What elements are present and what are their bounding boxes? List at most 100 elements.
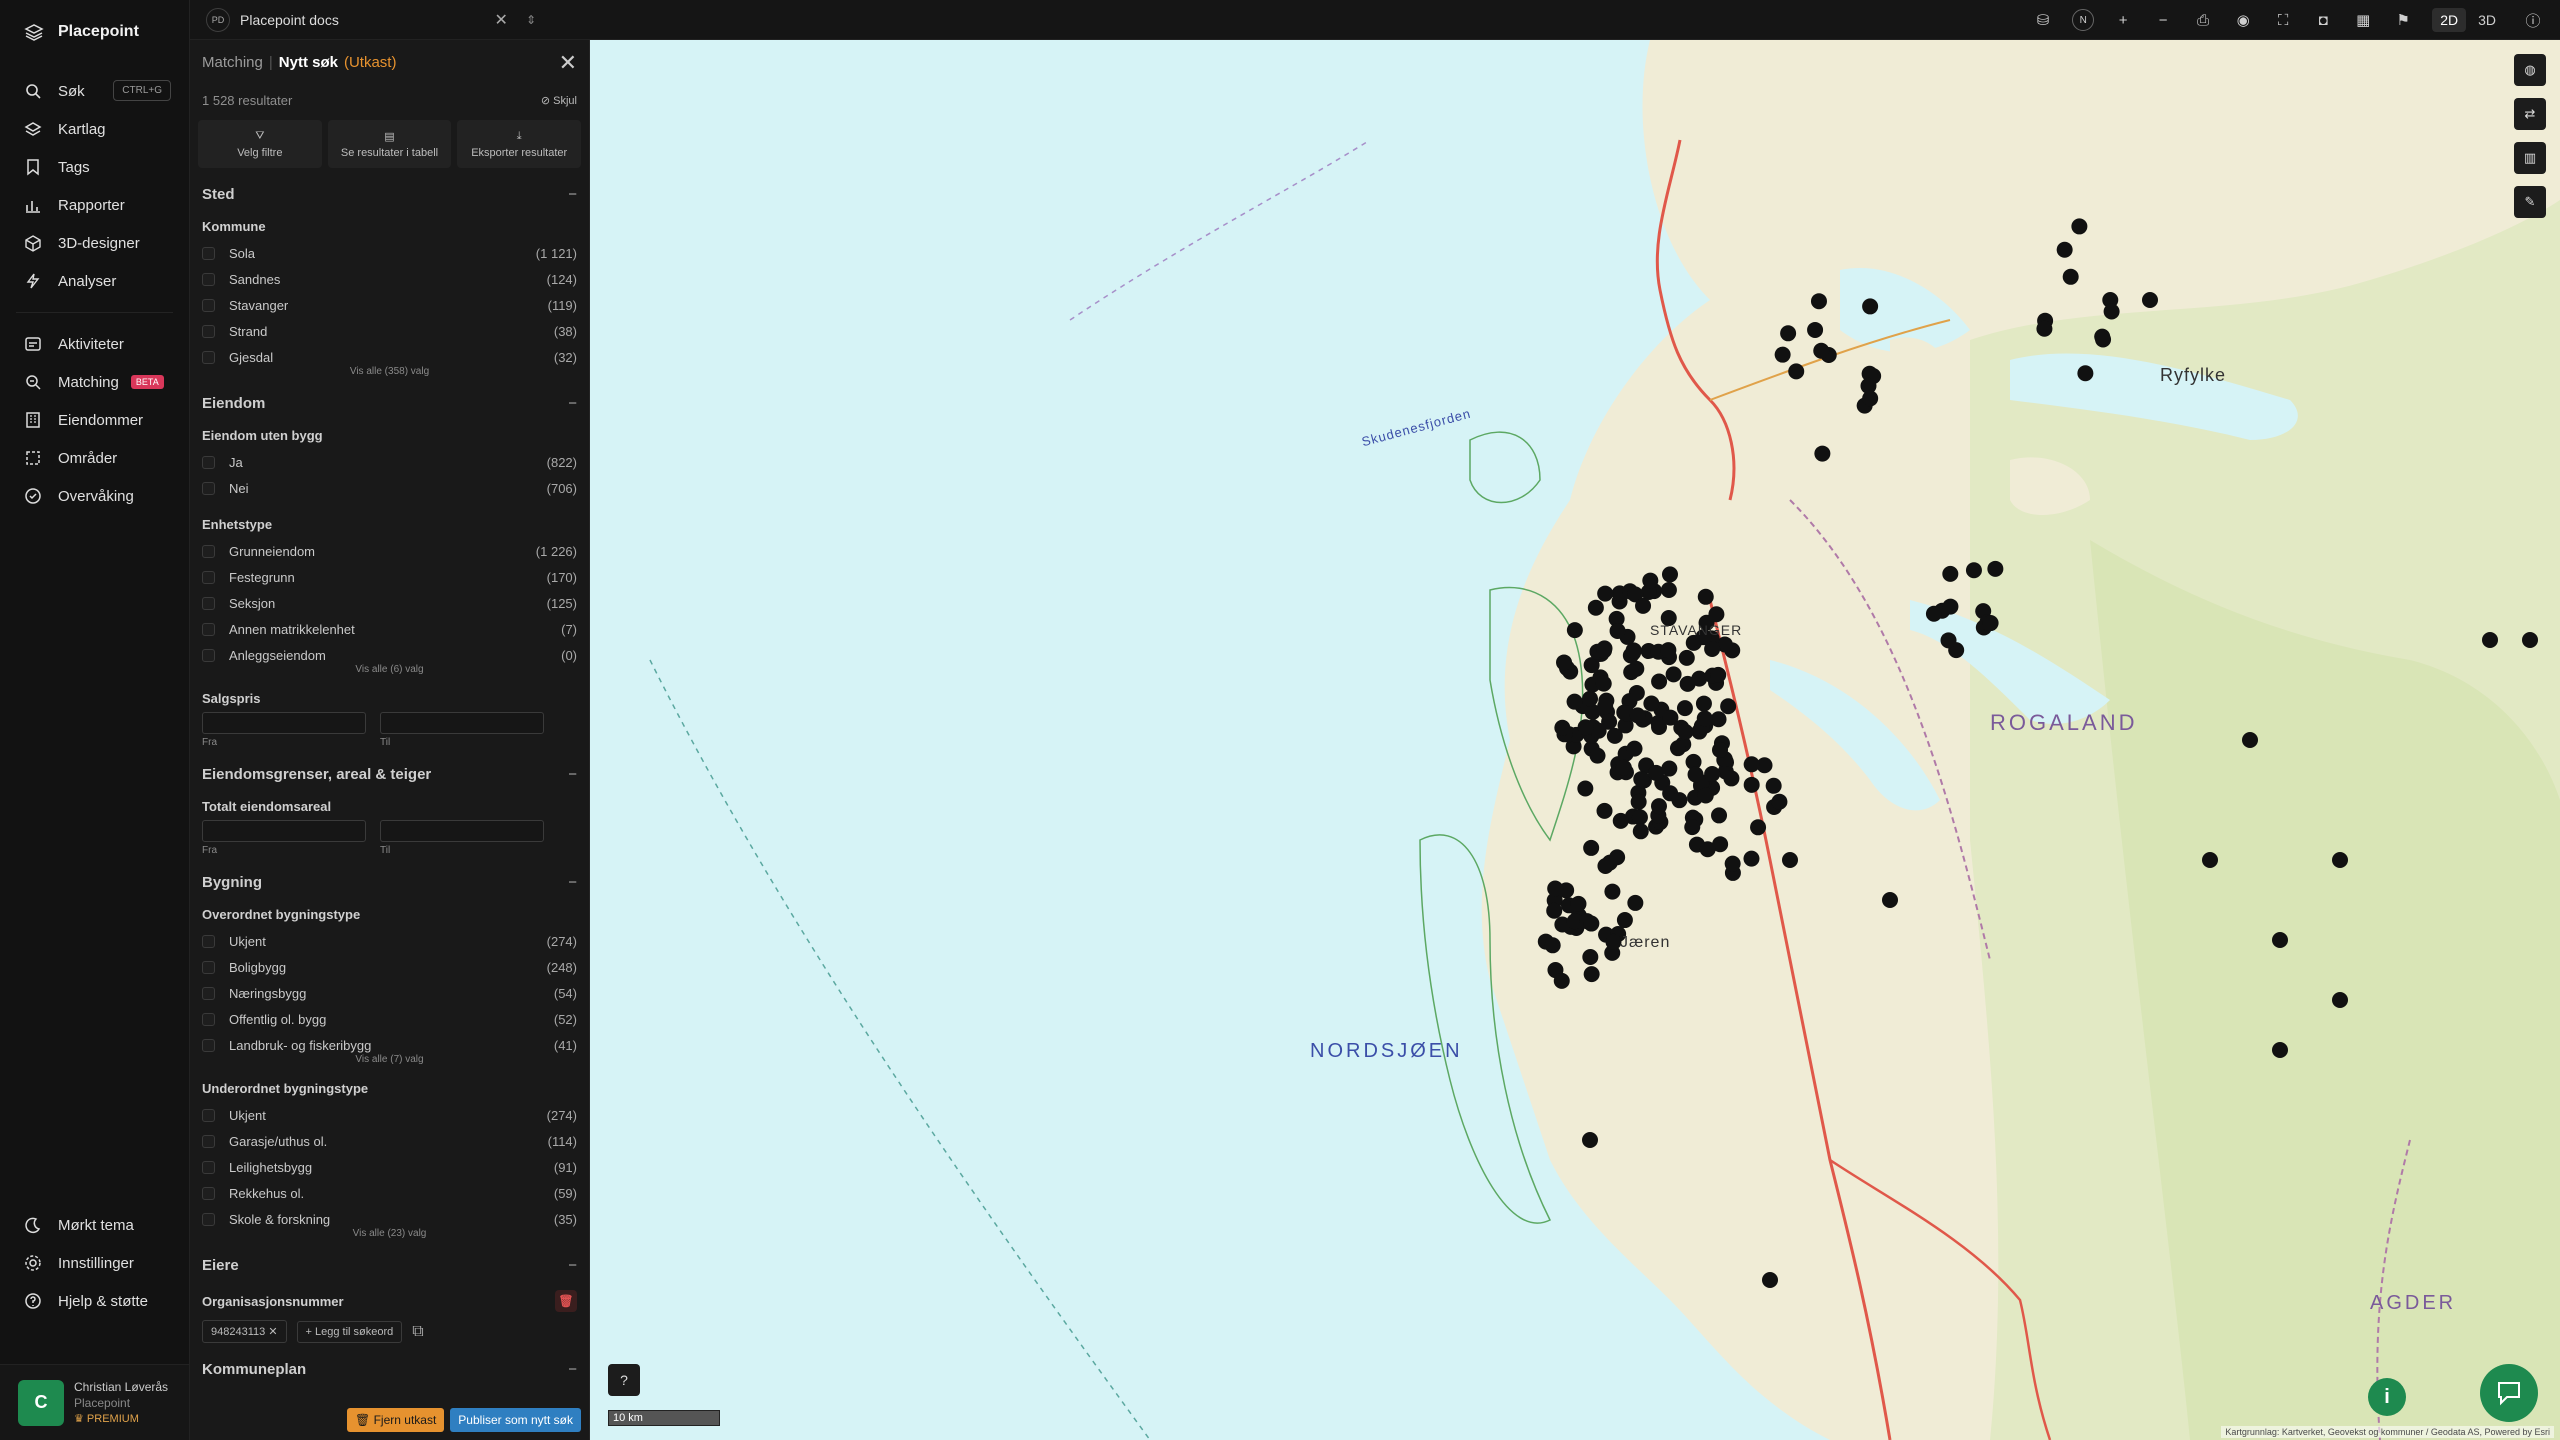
show-all-link[interactable]: Vis alle (358) valg bbox=[202, 366, 577, 377]
result-marker[interactable] bbox=[1615, 759, 1632, 776]
sidebar-item-3d-designer[interactable]: 3D-designer bbox=[0, 224, 189, 262]
select-filters-button[interactable]: ⛛ Velg filtre bbox=[198, 120, 322, 168]
result-marker[interactable] bbox=[1813, 342, 1830, 359]
result-marker[interactable] bbox=[1556, 654, 1573, 671]
export-button[interactable]: ⤓ Eksporter resultater bbox=[457, 120, 582, 168]
checkbox[interactable] bbox=[202, 481, 215, 495]
measure-icon[interactable]: ⇄ bbox=[2514, 98, 2546, 130]
checkbox[interactable] bbox=[202, 1012, 215, 1026]
sidebar-item-hjelp-støtte[interactable]: Hjelp & støtte bbox=[0, 1282, 189, 1320]
add-keyword-button[interactable]: + Legg til søkeord bbox=[296, 1320, 403, 1343]
show-all-link[interactable]: Vis alle (23) valg bbox=[202, 1228, 577, 1239]
section-kommuneplan[interactable]: Kommuneplan − bbox=[202, 1361, 577, 1378]
result-marker[interactable] bbox=[1687, 766, 1704, 783]
result-marker[interactable] bbox=[1630, 793, 1647, 810]
result-marker[interactable] bbox=[1696, 710, 1713, 727]
show-all-link[interactable]: Vis alle (7) valg bbox=[202, 1054, 577, 1065]
filter-option[interactable]: Boligbygg (248) bbox=[202, 954, 577, 980]
sidebar-item-tags[interactable]: Tags bbox=[0, 148, 189, 186]
filter-option[interactable]: Leilighetsbygg (91) bbox=[202, 1154, 577, 1180]
result-marker[interactable] bbox=[1583, 966, 1600, 983]
result-marker[interactable] bbox=[1671, 792, 1688, 809]
result-marker[interactable] bbox=[1810, 293, 1827, 310]
result-marker[interactable] bbox=[1582, 690, 1599, 707]
checkbox[interactable] bbox=[202, 934, 215, 948]
result-marker[interactable] bbox=[2094, 328, 2111, 345]
grid-icon[interactable]: ▦ bbox=[2352, 9, 2374, 31]
result-marker[interactable] bbox=[1780, 325, 1797, 342]
result-marker[interactable] bbox=[1676, 700, 1693, 717]
result-marker[interactable] bbox=[1583, 915, 1600, 932]
result-marker[interactable] bbox=[1708, 606, 1725, 623]
filter-option[interactable]: Ukjent (274) bbox=[202, 928, 577, 954]
result-marker[interactable] bbox=[2272, 932, 2288, 948]
zoom-in-icon[interactable]: + bbox=[2112, 9, 2134, 31]
result-marker[interactable] bbox=[1697, 588, 1714, 605]
result-marker[interactable] bbox=[1862, 298, 1879, 315]
checkbox[interactable] bbox=[202, 544, 215, 558]
collapse-icon[interactable]: − bbox=[568, 186, 577, 203]
trash-icon[interactable]: 🗑 bbox=[555, 1290, 577, 1312]
section-sted[interactable]: Sted − bbox=[202, 186, 577, 203]
collapse-icon[interactable]: − bbox=[568, 874, 577, 891]
doc-selector[interactable]: PD Placepoint docs ✕ ⇕ bbox=[190, 7, 550, 32]
result-marker[interactable] bbox=[1814, 445, 1831, 462]
brand[interactable]: Placepoint bbox=[0, 0, 189, 64]
result-marker[interactable] bbox=[1788, 363, 1805, 380]
result-marker[interactable] bbox=[1691, 670, 1708, 687]
filter-option[interactable]: Rekkehus ol. (59) bbox=[202, 1180, 577, 1206]
result-marker[interactable] bbox=[1577, 780, 1594, 797]
result-marker[interactable] bbox=[1704, 765, 1721, 782]
result-marker[interactable] bbox=[1712, 742, 1728, 758]
result-marker[interactable] bbox=[1595, 675, 1612, 692]
collapse-icon[interactable]: − bbox=[568, 395, 577, 412]
result-marker[interactable] bbox=[1596, 642, 1613, 659]
result-marker[interactable] bbox=[1609, 622, 1626, 639]
checkbox[interactable] bbox=[202, 455, 215, 469]
sidebar-item-søk[interactable]: Søk CTRL+G bbox=[0, 72, 189, 110]
result-marker[interactable] bbox=[1807, 321, 1824, 338]
result-marker[interactable] bbox=[1665, 666, 1682, 683]
sidebar-item-eiendommer[interactable]: Eiendommer bbox=[0, 401, 189, 439]
checkbox[interactable] bbox=[202, 596, 215, 610]
eye-icon[interactable]: ◉ bbox=[2232, 9, 2254, 31]
result-marker[interactable] bbox=[1782, 852, 1798, 868]
sidebar-item-rapporter[interactable]: Rapporter bbox=[0, 186, 189, 224]
checkbox[interactable] bbox=[202, 648, 215, 662]
layers-toggle-icon[interactable]: ⛁ bbox=[2032, 9, 2054, 31]
result-marker[interactable] bbox=[1710, 711, 1727, 728]
result-marker[interactable] bbox=[1612, 812, 1629, 829]
checkbox[interactable] bbox=[202, 1160, 215, 1174]
sidebar-item-områder[interactable]: Områder bbox=[0, 439, 189, 477]
chevron-updown-icon[interactable]: ⇕ bbox=[526, 13, 536, 27]
result-marker[interactable] bbox=[1627, 894, 1644, 911]
bookmark-icon[interactable]: ⚑ bbox=[2392, 9, 2414, 31]
result-marker[interactable] bbox=[1697, 787, 1714, 804]
result-marker[interactable] bbox=[1632, 823, 1649, 840]
result-marker[interactable] bbox=[1589, 747, 1606, 764]
result-marker[interactable] bbox=[1660, 642, 1677, 659]
collapse-icon[interactable]: − bbox=[568, 1257, 577, 1274]
chat-icon[interactable] bbox=[2480, 1364, 2538, 1422]
remove-tag-icon[interactable]: ✕ bbox=[268, 1326, 277, 1338]
area-to-input[interactable] bbox=[380, 820, 544, 842]
result-marker[interactable] bbox=[1940, 632, 1957, 649]
copy-icon[interactable]: ⧉ bbox=[412, 1323, 423, 1341]
camera-icon[interactable]: ◘ bbox=[2312, 9, 2334, 31]
result-marker[interactable] bbox=[1570, 895, 1587, 912]
filter-option[interactable]: Næringsbygg (54) bbox=[202, 980, 577, 1006]
checkbox[interactable] bbox=[202, 272, 215, 286]
result-marker[interactable] bbox=[1684, 819, 1701, 836]
filter-option[interactable]: Sola (1 121) bbox=[202, 240, 577, 266]
result-marker[interactable] bbox=[1699, 841, 1716, 858]
section-bygning[interactable]: Bygning − bbox=[202, 874, 577, 891]
result-marker[interactable] bbox=[1704, 640, 1721, 657]
filter-option[interactable]: Offentlig ol. bygg (52) bbox=[202, 1006, 577, 1032]
draw-icon[interactable]: ✎ bbox=[2514, 186, 2546, 218]
print-icon[interactable]: ⎙ bbox=[2192, 9, 2214, 31]
section-eiendom[interactable]: Eiendom − bbox=[202, 395, 577, 412]
price-to-input[interactable] bbox=[380, 712, 544, 734]
checkbox[interactable] bbox=[202, 960, 215, 974]
zoom-out-icon[interactable]: − bbox=[2152, 9, 2174, 31]
checkbox[interactable] bbox=[202, 986, 215, 1000]
